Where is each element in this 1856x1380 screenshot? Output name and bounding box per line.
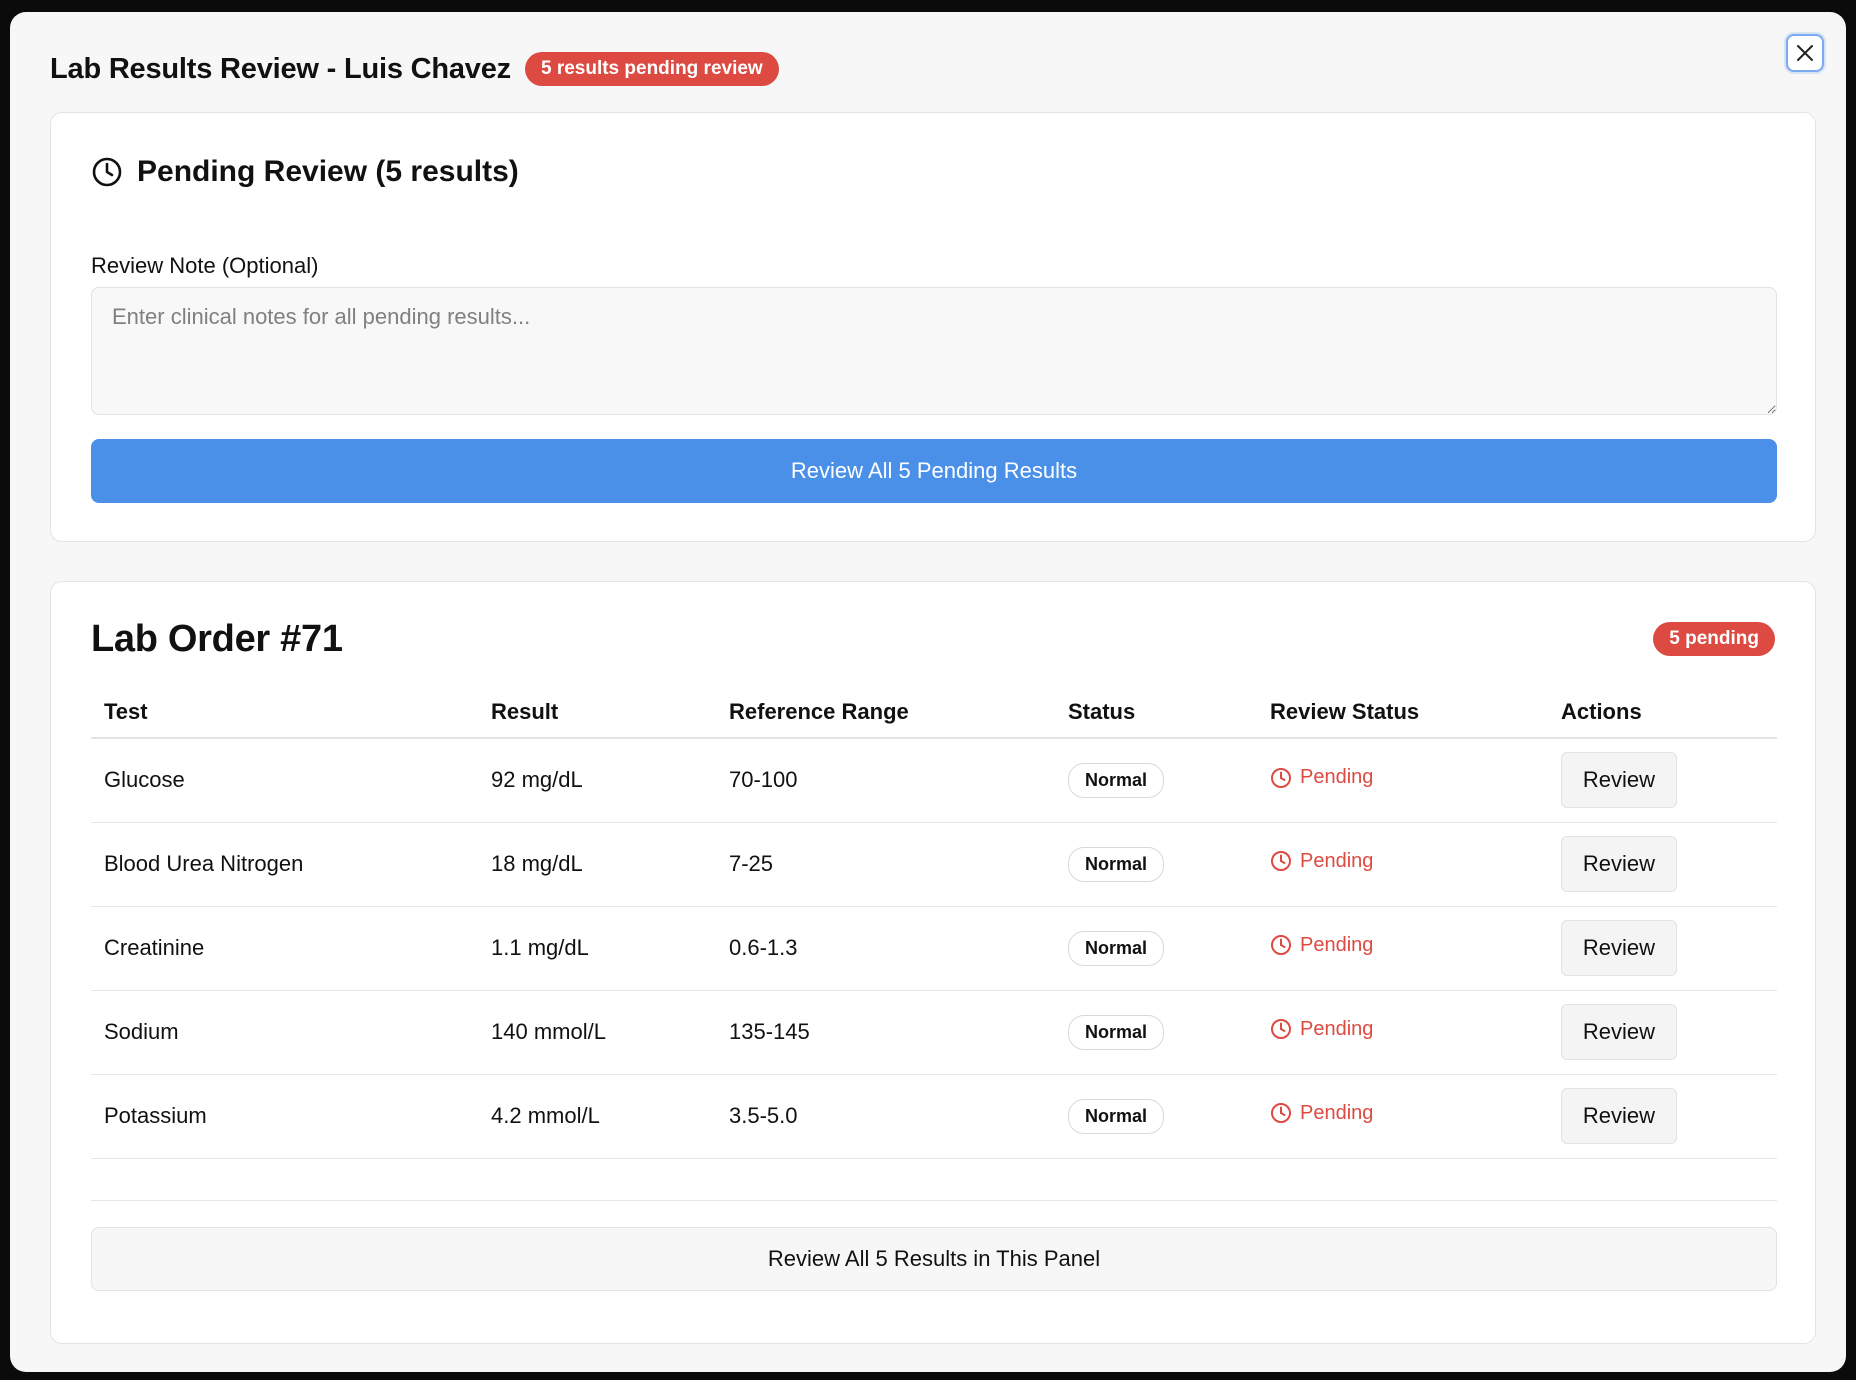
review-status-label: Pending xyxy=(1300,1017,1374,1040)
clock-icon xyxy=(1271,1019,1291,1040)
status-cell: Normal xyxy=(1055,906,1257,991)
table-header-row: Test Result Reference Range Status Revie… xyxy=(91,686,1777,739)
review-button[interactable]: Review xyxy=(1561,1004,1677,1060)
modal-header: Lab Results Review - Luis Chavez 5 resul… xyxy=(50,52,779,86)
test-name: Sodium xyxy=(91,990,478,1075)
review-status: Pending xyxy=(1270,1018,1373,1041)
pending-count-badge: 5 results pending review xyxy=(524,52,779,86)
column-header-actions: Actions xyxy=(1548,686,1777,739)
review-status-cell: Pending xyxy=(1257,1074,1548,1159)
divider xyxy=(91,1200,1777,1201)
reference-range: 7-25 xyxy=(716,822,1055,907)
close-icon xyxy=(1797,45,1813,61)
reference-range: 3.5-5.0 xyxy=(716,1074,1055,1159)
test-result: 4.2 mmol/L xyxy=(478,1074,716,1159)
clock-icon xyxy=(1271,767,1291,788)
clock-icon xyxy=(1271,1103,1291,1124)
section-title: Pending Review (5 results) xyxy=(137,155,519,188)
review-button[interactable]: Review xyxy=(1561,1088,1677,1144)
status-badge: Normal xyxy=(1068,930,1165,966)
test-result: 92 mg/dL xyxy=(478,738,716,823)
clock-icon xyxy=(92,157,122,187)
reference-range: 0.6-1.3 xyxy=(716,906,1055,991)
review-button[interactable]: Review xyxy=(1561,752,1677,809)
review-button[interactable]: Review xyxy=(1561,836,1677,892)
review-note-label: Review Note (Optional) xyxy=(91,253,319,278)
column-header-result: Result xyxy=(478,686,716,739)
test-result: 1.1 mg/dL xyxy=(478,906,716,991)
lab-order-card: Lab Order #71 5 pending Test Result Refe… xyxy=(50,581,1816,1344)
pending-review-card: Pending Review (5 results) Review Note (… xyxy=(50,112,1816,542)
test-name: Creatinine xyxy=(91,906,478,991)
status-cell: Normal xyxy=(1055,822,1257,907)
review-status-cell: Pending xyxy=(1257,738,1548,823)
column-header-status: Status xyxy=(1055,686,1257,739)
review-status: Pending xyxy=(1270,1102,1373,1125)
review-status-cell: Pending xyxy=(1257,906,1548,991)
table-row: Creatinine 1.1 mg/dL 0.6-1.3 Normal Pend… xyxy=(91,906,1777,991)
review-all-pending-button[interactable]: Review All 5 Pending Results xyxy=(91,439,1777,503)
lab-order-title: Lab Order #71 xyxy=(91,618,343,660)
review-all-panel-button[interactable]: Review All 5 Results in This Panel xyxy=(91,1227,1777,1291)
clock-icon xyxy=(1271,851,1291,872)
review-status-label: Pending xyxy=(1300,766,1374,788)
pending-review-heading: Pending Review (5 results) xyxy=(91,155,519,189)
review-status: Pending xyxy=(1270,850,1373,873)
table-row: Sodium 140 mmol/L 135-145 Normal Pending… xyxy=(91,990,1777,1075)
review-status: Pending xyxy=(1270,766,1373,789)
column-header-test: Test xyxy=(91,686,478,739)
review-status-label: Pending xyxy=(1300,849,1374,872)
review-status-cell: Pending xyxy=(1257,822,1548,907)
status-badge: Normal xyxy=(1068,1098,1165,1134)
review-status-label: Pending xyxy=(1300,1101,1374,1124)
test-result: 18 mg/dL xyxy=(478,822,716,907)
results-table: Test Result Reference Range Status Revie… xyxy=(91,686,1777,1159)
reference-range: 135-145 xyxy=(716,990,1055,1075)
test-result: 140 mmol/L xyxy=(478,990,716,1075)
test-name: Potassium xyxy=(91,1074,478,1159)
status-cell: Normal xyxy=(1055,738,1257,823)
test-name: Glucose xyxy=(91,738,478,823)
lab-results-modal: Lab Results Review - Luis Chavez 5 resul… xyxy=(10,12,1846,1372)
table-row: Potassium 4.2 mmol/L 3.5-5.0 Normal Pend… xyxy=(91,1074,1777,1159)
clock-icon xyxy=(1271,935,1291,956)
close-button[interactable] xyxy=(1786,34,1824,72)
actions-cell: Review xyxy=(1548,738,1777,823)
review-status-cell: Pending xyxy=(1257,990,1548,1075)
status-badge: Normal xyxy=(1068,762,1165,798)
table-row: Glucose 92 mg/dL 70-100 Normal Pending R… xyxy=(91,738,1777,823)
status-badge: Normal xyxy=(1068,846,1165,882)
table-row: Blood Urea Nitrogen 18 mg/dL 7-25 Normal… xyxy=(91,822,1777,907)
column-header-reference-range: Reference Range xyxy=(716,686,1055,739)
actions-cell: Review xyxy=(1548,906,1777,991)
actions-cell: Review xyxy=(1548,990,1777,1075)
column-header-review-status: Review Status xyxy=(1257,686,1548,739)
review-status: Pending xyxy=(1270,934,1373,957)
order-pending-badge: 5 pending xyxy=(1653,622,1775,656)
test-name: Blood Urea Nitrogen xyxy=(91,822,478,907)
actions-cell: Review xyxy=(1548,822,1777,907)
review-note-textarea[interactable] xyxy=(91,287,1777,415)
status-badge: Normal xyxy=(1068,1014,1165,1050)
actions-cell: Review xyxy=(1548,1074,1777,1159)
review-status-label: Pending xyxy=(1300,933,1374,956)
modal-title: Lab Results Review - Luis Chavez xyxy=(50,52,511,85)
review-button[interactable]: Review xyxy=(1561,920,1677,976)
reference-range: 70-100 xyxy=(716,738,1055,823)
status-cell: Normal xyxy=(1055,990,1257,1075)
status-cell: Normal xyxy=(1055,1074,1257,1159)
